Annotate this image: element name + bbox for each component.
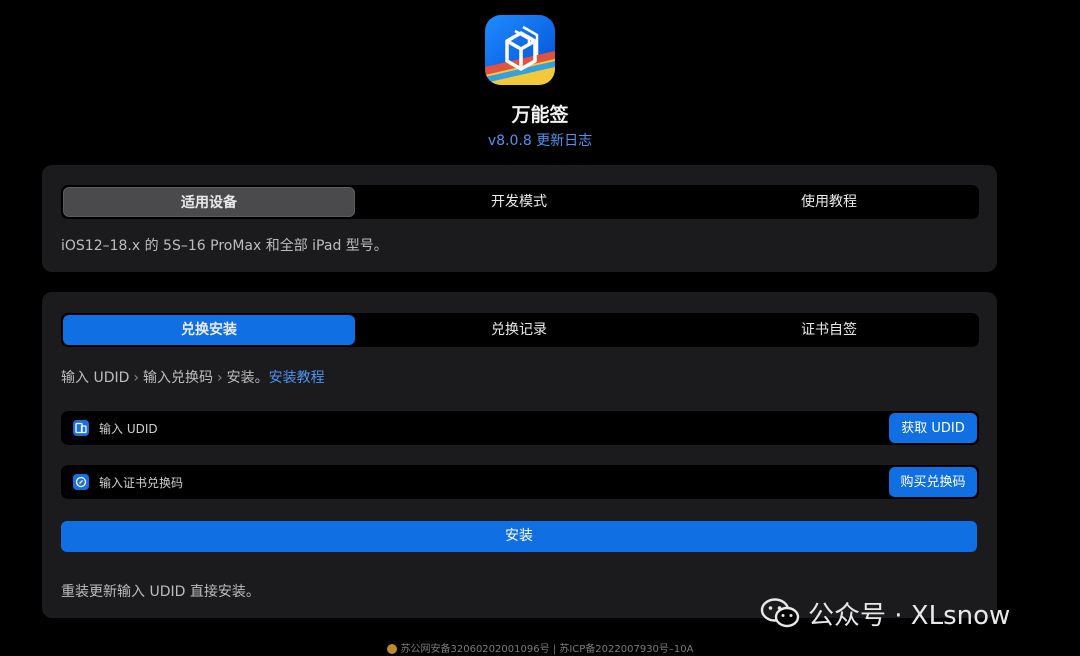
tab-tutorial[interactable]: 使用教程 [681, 187, 977, 217]
device-card: 适用设备 开发模式 使用教程 iOS12–18.x 的 5S–16 ProMax… [42, 165, 997, 272]
version-label: v8.0.8 [487, 133, 532, 149]
changelog-link[interactable]: 更新日志 [536, 133, 592, 149]
step-install: 安装。 [226, 370, 269, 386]
app-logo-icon [485, 15, 555, 85]
footer: 苏公网安备32060202001096号 | 苏ICP备2022007930号–… [0, 640, 1080, 655]
install-card: 兑换安装 兑换记录 证书自签 输入 UDID›输入兑换码›安装。安装教程 获取 … [42, 292, 997, 618]
wechat-icon [760, 598, 800, 628]
redeem-code-input[interactable] [97, 465, 881, 501]
tab-developer-mode[interactable]: 开发模式 [367, 187, 671, 217]
chevron-right-icon: › [133, 370, 139, 386]
tab-redeem-history[interactable]: 兑换记录 [367, 315, 671, 345]
reinstall-note: 重装更新输入 UDID 直接安装。 [61, 584, 260, 600]
footer-divider: | [552, 644, 557, 655]
step-enter-udid: 输入 UDID [61, 370, 130, 386]
ticket-icon [73, 474, 89, 490]
police-badge-icon [386, 644, 397, 654]
install-steps: 输入 UDID › 输入兑换码 › 安装。安装教程 [61, 367, 325, 387]
step-enter-code: 输入兑换码 [143, 370, 213, 386]
tab-redeem-install[interactable]: 兑换安装 [63, 315, 355, 345]
chevron-right-icon: › [217, 370, 223, 386]
icp-record-link[interactable]: 苏ICP备2022007930号–10A [559, 644, 693, 655]
install-button[interactable]: 安装 [61, 521, 977, 552]
udid-input[interactable] [97, 411, 881, 447]
install-tutorial-link[interactable]: 安装教程 [269, 370, 325, 386]
version-line: v8.0.8 更新日志 [0, 130, 1080, 150]
buy-code-button[interactable]: 购买兑换码 [889, 467, 977, 497]
watermark: 公众号 · XLsnow [760, 593, 1060, 633]
udid-field: 获取 UDID [61, 411, 979, 447]
device-tabs: 适用设备 开发模式 使用教程 [61, 185, 979, 219]
redeem-code-field: 购买兑换码 [61, 465, 979, 501]
device-icon [73, 420, 89, 436]
police-record-link[interactable]: 苏公网安备32060202001096号 [401, 644, 550, 655]
tab-supported-devices[interactable]: 适用设备 [63, 187, 355, 217]
get-udid-button[interactable]: 获取 UDID [889, 413, 977, 443]
install-tabs: 兑换安装 兑换记录 证书自签 [61, 313, 979, 347]
app-title: 万能签 [511, 104, 569, 126]
tab-self-sign[interactable]: 证书自签 [681, 315, 977, 345]
device-description: iOS12–18.x 的 5S–16 ProMax 和全部 iPad 型号。 [61, 238, 388, 254]
watermark-text: 公众号 · XLsnow [808, 600, 1011, 631]
